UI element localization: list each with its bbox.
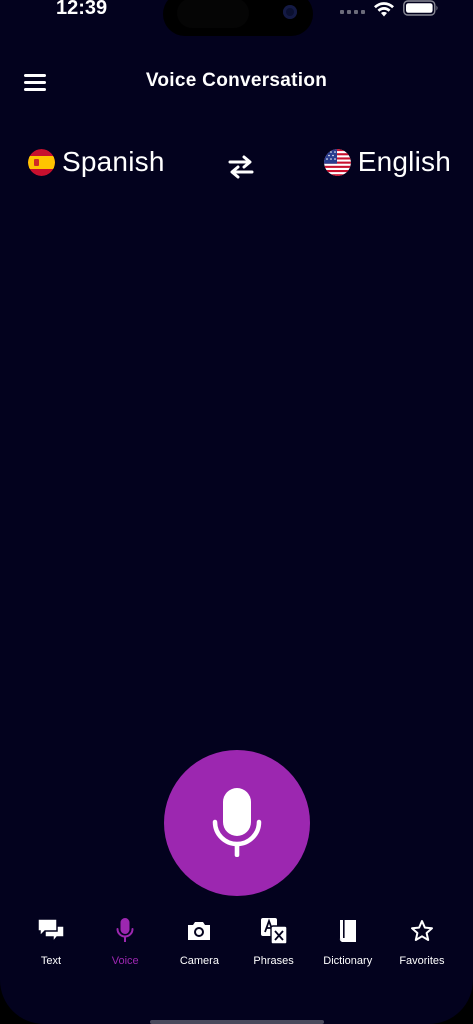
page-title: Voice Conversation: [145, 70, 328, 91]
nav-label-dictionary: Dictionary: [323, 955, 373, 967]
dynamic-island: [163, 0, 313, 36]
usa-flag-icon: [323, 148, 351, 176]
battery-icon: [403, 0, 438, 16]
nav-label-favorites: Favorites: [399, 955, 445, 967]
chat-bubbles-icon: [36, 916, 66, 946]
app-screen: 12:39 Voice Conversation Spanish English…: [0, 0, 473, 1024]
swap-languages-icon[interactable]: [227, 154, 255, 180]
front-camera-icon: [283, 5, 297, 19]
mic-icon: [212, 788, 262, 857]
nav-item-phrases[interactable]: Phrases: [237, 916, 311, 976]
nav-item-text[interactable]: Text: [14, 916, 88, 976]
translate-icon: [259, 916, 289, 946]
app-header: Voice Conversation: [0, 60, 473, 104]
status-time: 12:39: [56, 0, 108, 19]
wifi-icon: [374, 2, 394, 17]
nav-item-favorites[interactable]: Favorites: [385, 916, 459, 976]
nav-label-phrases: Phrases: [253, 955, 294, 967]
mic-icon: [110, 916, 140, 946]
camera-icon: [184, 916, 214, 946]
nav-label-voice: Voice: [111, 955, 139, 967]
star-icon: [407, 916, 437, 946]
target-language-label: English: [357, 146, 451, 177]
status-bar: 12:39: [0, 0, 473, 36]
language-selector: Spanish English: [0, 146, 473, 190]
book-icon: [333, 916, 363, 946]
target-language-button[interactable]: English: [323, 146, 451, 178]
home-indicator: [150, 1020, 324, 1024]
record-mic-button[interactable]: [164, 750, 310, 896]
nav-item-camera[interactable]: Camera: [162, 916, 236, 976]
nav-label-text: Text: [40, 955, 62, 967]
source-language-button[interactable]: Spanish: [28, 146, 165, 178]
nav-item-dictionary[interactable]: Dictionary: [311, 916, 385, 976]
bottom-nav: Text Voice Camera Phrases Dictionary Fav…: [14, 916, 459, 976]
nav-item-voice[interactable]: Voice: [88, 916, 162, 976]
spain-flag-icon: [28, 148, 55, 176]
nav-label-camera: Camera: [179, 955, 219, 967]
source-language-label: Spanish: [62, 146, 165, 177]
island-sensor: [177, 0, 249, 28]
cellular-signal-icon: [340, 10, 365, 14]
